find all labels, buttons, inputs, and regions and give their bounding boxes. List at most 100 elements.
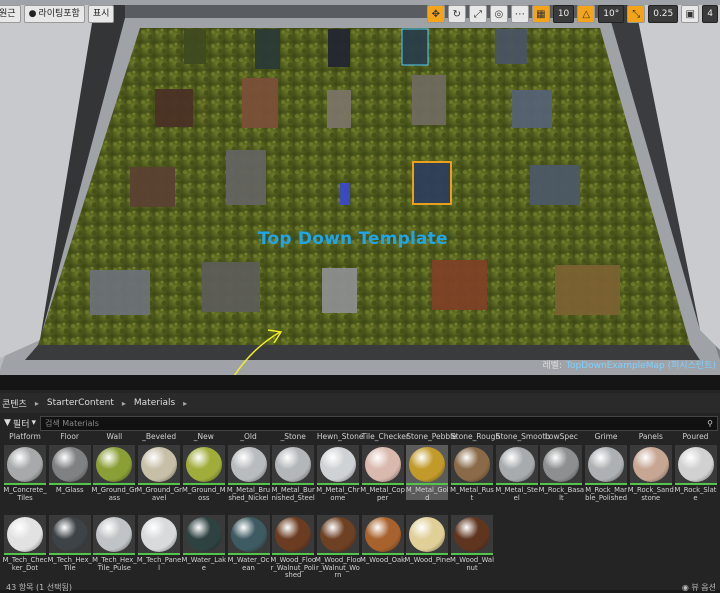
material-thumbnail: [182, 515, 225, 555]
material-name: M_Metal_Chrome: [316, 486, 360, 502]
material-sphere-icon: [51, 517, 88, 552]
world-space-icon[interactable]: ◎: [489, 5, 508, 23]
material-sphere-icon: [409, 517, 446, 552]
material-sphere-icon: [364, 517, 401, 552]
breadcrumb-arrow-icon[interactable]: ▸: [183, 399, 187, 408]
tile-header-label: _New: [193, 432, 214, 441]
tile-header-label: Tile_Checker: [361, 432, 409, 441]
tile-header-label: LowSpec: [544, 432, 578, 441]
material-tile[interactable]: M_Ground_Grass: [92, 445, 137, 501]
material-tile[interactable]: M_Wood_Oak: [360, 515, 405, 570]
panel-divider: [0, 375, 720, 390]
material-thumbnail: [227, 445, 270, 485]
material-tile[interactable]: M_Wood_Walnut: [450, 515, 494, 571]
material-thumbnail: [495, 445, 538, 485]
material-sphere-icon: [275, 517, 312, 552]
material-sphere-icon: [185, 517, 222, 552]
material-name: M_Wood_Floor_Walnut_Polished: [270, 556, 317, 579]
filter-label: 필터: [12, 419, 30, 430]
viewport-left-toolbar: 원근 ● 라이팅포함 표시: [0, 4, 115, 24]
material-tile[interactable]: M_Tech_Panel: [137, 515, 181, 571]
material-tile[interactable]: M_Water_Ocean: [227, 515, 270, 571]
camera-speed-value[interactable]: 4: [702, 5, 718, 23]
material-tile[interactable]: M_Concrete_Tiles: [3, 445, 47, 502]
camera-speed-icon[interactable]: ▣: [681, 5, 700, 23]
material-sphere-icon: [632, 447, 669, 482]
material-sphere-icon: [409, 447, 446, 482]
material-tile[interactable]: M_Metal_Copper: [360, 445, 405, 501]
material-name: M_Ground_Gravel: [136, 486, 182, 502]
scale-snap-value[interactable]: 0.25: [648, 5, 679, 23]
material-name: M_Rock_Basalt: [538, 486, 585, 502]
material-name: M_Glass: [55, 486, 84, 494]
material-tile[interactable]: M_Tech_Hex_Tile_Pulse: [92, 515, 137, 571]
material-tile[interactable]: M_Wood_Floor_Walnut_Worn: [315, 515, 361, 579]
material-sphere-icon: [588, 447, 625, 482]
surface-snap-icon[interactable]: ⋯: [510, 5, 529, 23]
material-tile[interactable]: M_Rock_Basalt: [538, 445, 585, 502]
material-tile[interactable]: M_Water_Lake: [181, 515, 226, 571]
template-title-text: Top Down Template: [258, 229, 448, 249]
material-tile[interactable]: M_Glass: [48, 445, 91, 500]
breadcrumb-arrow-icon[interactable]: ▸: [35, 399, 39, 408]
material-name: M_Concrete_Tiles: [3, 486, 47, 502]
material-name: M_Tech_Checker_Dot: [2, 556, 48, 572]
material-tile[interactable]: M_Metal_Gold: [406, 445, 449, 501]
eye-icon: ◉: [681, 583, 689, 592]
material-tile[interactable]: M_Rock_Marble_Polished: [585, 445, 628, 501]
breadcrumb-starter-content[interactable]: StarterContent: [45, 398, 116, 408]
material-sphere-icon: [454, 517, 490, 552]
filter-bar: ▼ 필터 ▾ 검색 Materials ⚲: [0, 415, 720, 431]
material-tile[interactable]: M_Ground_Gravel: [136, 445, 182, 502]
material-tile[interactable]: M_Metal_Steel: [495, 445, 538, 501]
material-name: M_Rock_Slate: [674, 486, 717, 502]
search-input[interactable]: 검색 Materials ⚲: [40, 415, 718, 431]
filter-button[interactable]: ▼ 필터 ▾: [0, 417, 40, 430]
material-tile[interactable]: M_Metal_Rust: [450, 445, 494, 501]
material-tile[interactable]: M_Wood_Floor_Walnut_Polished: [270, 515, 316, 579]
show-button[interactable]: 표시: [87, 5, 115, 23]
material-thumbnail: [585, 445, 628, 485]
material-tile[interactable]: M_Rock_Slate: [674, 445, 717, 502]
breadcrumb-arrow-icon[interactable]: ▸: [122, 399, 126, 408]
material-tile[interactable]: M_Ground_Moss: [182, 445, 226, 502]
breadcrumb-materials[interactable]: Materials: [132, 398, 177, 408]
material-tile[interactable]: M_Wood_Pine: [404, 515, 451, 570]
tile-header-label: Floor: [60, 432, 80, 441]
level-label-value: TopDownExampleMap (퍼시스턴트): [565, 361, 716, 371]
material-tile[interactable]: M_Metal_Brushed_Nickel: [227, 445, 270, 501]
rotation-snap-icon[interactable]: △: [577, 5, 596, 23]
view-options-button[interactable]: ◉ 뷰 옵션: [682, 582, 716, 593]
material-thumbnail: [540, 445, 583, 485]
material-name: M_Ground_Moss: [182, 486, 226, 502]
translate-tool-icon[interactable]: ✥: [426, 5, 445, 23]
scene-render: [0, 0, 720, 375]
perspective-button[interactable]: 원근: [0, 5, 21, 23]
view-options-label: 뷰 옵션: [691, 583, 716, 592]
scale-snap-icon[interactable]: ⤡: [627, 5, 646, 23]
scale-tool-icon[interactable]: ⤢: [468, 5, 487, 23]
grid-snap-icon[interactable]: ▦: [531, 5, 550, 23]
rotation-snap-value[interactable]: 10°: [598, 5, 625, 23]
material-thumbnail: [48, 445, 91, 485]
material-sphere-icon: [677, 447, 714, 482]
material-thumbnail: [316, 515, 359, 555]
material-sphere-icon: [230, 447, 267, 482]
material-tile[interactable]: M_Rock_Sandstone: [628, 445, 674, 501]
material-sphere-icon: [96, 447, 133, 482]
material-name: M_Wood_Pine: [404, 556, 451, 564]
material-thumbnail: [93, 515, 136, 555]
rotate-tool-icon[interactable]: ↻: [447, 5, 466, 23]
tile-header-label: Stone_Pebble: [406, 432, 457, 441]
material-tile[interactable]: M_Metal_Burnished_Steel: [272, 445, 315, 501]
grid-snap-value[interactable]: 10: [552, 5, 575, 23]
material-tile[interactable]: M_Tech_Checker_Dot: [2, 515, 48, 572]
level-viewport[interactable]: 원근 ● 라이팅포함 표시 ✥ ↻ ⤢ ◎ ⋯ ▦ 10 △ 10° ⤡ 0.2…: [0, 0, 720, 375]
breadcrumb-content[interactable]: 콘텐츠: [0, 397, 29, 410]
view-mode-button[interactable]: ● 라이팅포함: [23, 5, 85, 23]
material-thumbnail: [182, 445, 225, 485]
tile-header-label: Poured: [682, 432, 709, 441]
material-tile[interactable]: M_Metal_Chrome: [316, 445, 360, 502]
material-thumbnail: [4, 445, 46, 485]
material-tile[interactable]: M_Tech_Hex_Tile: [47, 515, 92, 571]
